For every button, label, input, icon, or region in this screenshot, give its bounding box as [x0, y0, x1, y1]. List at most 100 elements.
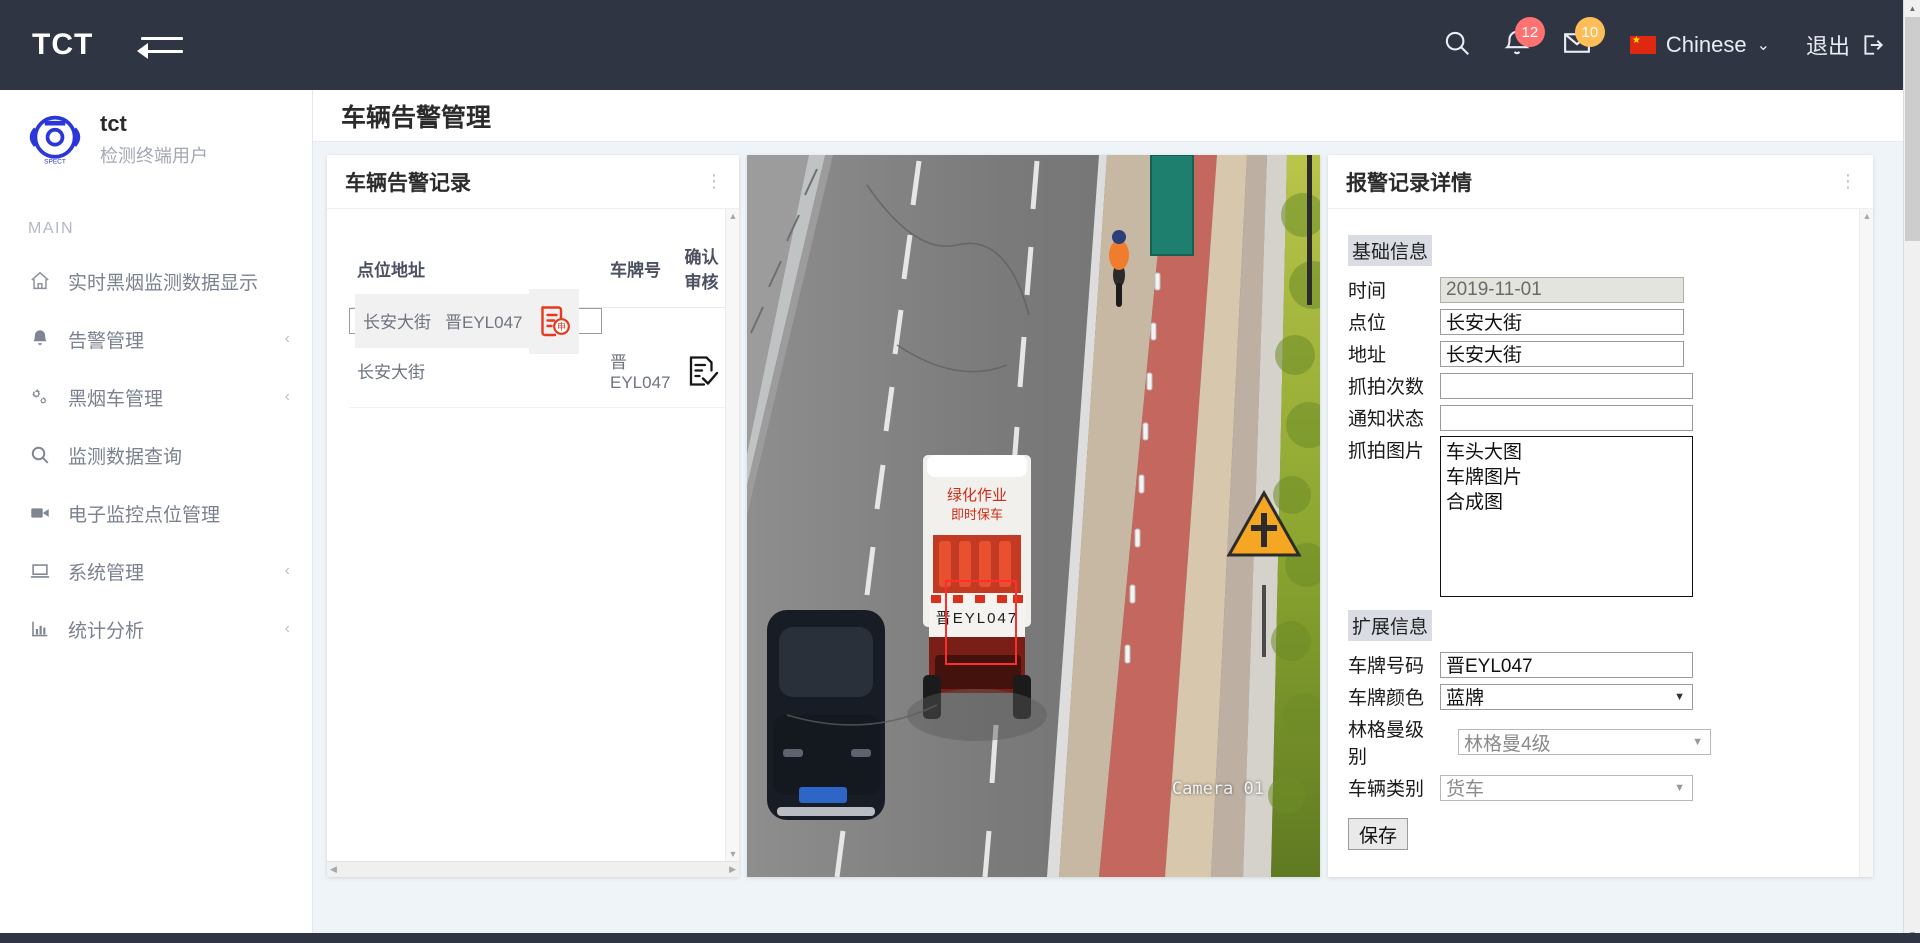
scroll-down-arrow-icon[interactable]: ▼: [726, 847, 739, 861]
cell-review-action[interactable]: 申: [528, 288, 579, 354]
input-plate-number[interactable]: [1440, 651, 1693, 678]
chevron-left-icon: ‹: [284, 388, 290, 406]
camera-snapshot-panel[interactable]: 晋EYL047 绿化作业 即时保车 Camera 01: [747, 155, 1320, 877]
chevron-down-icon: ▼: [1692, 736, 1703, 748]
tct-logo-icon: SPECT: [29, 115, 81, 165]
logout-button[interactable]: 退出: [1806, 29, 1886, 61]
chevron-left-icon: ‹: [284, 620, 290, 638]
bar-chart-icon: [28, 617, 52, 641]
list-item[interactable]: 车头大图: [1446, 440, 1687, 465]
gears-icon: [28, 385, 52, 409]
sidebar-logo: SPECT tct 检测终端用户: [0, 90, 312, 168]
scroll-up-arrow-icon[interactable]: ▲: [726, 209, 739, 223]
cell-plate: 晋EYL047: [437, 294, 529, 348]
detail-card-title: 报警记录详情: [1346, 171, 1472, 195]
sidebar-item-smoke-vehicle-management[interactable]: 黑烟车管理 ‹: [0, 368, 312, 426]
sidebar-item-monitoring-data-query[interactable]: 监测数据查询: [0, 426, 312, 484]
label-ringelmann-level: 林格曼级别: [1348, 720, 1425, 768]
label-vehicle-type: 车辆类别: [1348, 779, 1425, 800]
select-ringelmann-level[interactable]: 林格曼4级 ▼: [1458, 729, 1711, 755]
messages-mail-icon[interactable]: 10: [1562, 17, 1605, 62]
save-button[interactable]: 保存: [1348, 818, 1408, 850]
home-icon: [28, 269, 52, 293]
review-pending-icon[interactable]: 申: [537, 303, 573, 339]
records-card-body: 点位地址 车牌号 确认审核 长安大街 晋EYL047 申 长安大街 晋EYL04…: [327, 209, 739, 861]
input-capture-count[interactable]: [1440, 372, 1693, 399]
table-row[interactable]: 长安大街 晋EYL047: [349, 288, 602, 354]
review-done-icon[interactable]: [685, 353, 721, 389]
input-notify-state[interactable]: [1440, 404, 1693, 431]
chevron-left-icon: ‹: [284, 330, 290, 348]
input-time[interactable]: [1440, 276, 1684, 303]
page-title: 车辆告警管理: [341, 103, 492, 132]
kebab-menu-icon[interactable]: ⋮: [705, 172, 723, 190]
menu-bar-2: [141, 50, 184, 53]
sidebar-logo-subtitle: 检测终端用户: [100, 146, 208, 167]
sidebar-item-label: 系统管理: [68, 562, 145, 584]
sidebar-item-realtime-smoke-data[interactable]: 实时黑烟监测数据显示: [0, 252, 312, 310]
window-scrollbar-thumb[interactable]: [1905, 17, 1920, 241]
notifications-bell-icon[interactable]: 12: [1502, 17, 1545, 62]
section-header-extended-info: 扩展信息: [1348, 610, 1433, 641]
sidebar-item-label: 统计分析: [68, 620, 145, 642]
search-icon: [28, 443, 52, 467]
cell-review-action[interactable]: [676, 334, 727, 408]
field-row-point: 点位: [1348, 308, 1873, 335]
detail-vertical-scrollbar[interactable]: ▲ ▼: [1859, 209, 1873, 877]
cell-location: 长安大街: [355, 294, 437, 348]
label-capture-count: 抓拍次数: [1348, 377, 1425, 398]
select-ringelmann-value: 林格曼4级: [1464, 733, 1551, 755]
notification-count-badge: 12: [1514, 17, 1545, 47]
kebab-menu-icon[interactable]: ⋮: [1839, 172, 1857, 190]
sidebar-logo-title: tct: [100, 111, 127, 136]
select-plate-color-value: 蓝牌: [1446, 688, 1485, 709]
sidebar-item-camera-point-management[interactable]: 电子监控点位管理: [0, 484, 312, 542]
listbox-capture-images[interactable]: 车头大图 车牌图片 合成图: [1440, 436, 1693, 597]
input-point[interactable]: [1440, 308, 1684, 335]
section-header-basic-info: 基础信息: [1348, 235, 1433, 266]
input-address[interactable]: [1440, 340, 1684, 367]
chevron-down-icon: ▼: [1674, 781, 1685, 794]
alarm-records-table: 点位地址 车牌号 确认审核 长安大街 晋EYL047 申 长安大街 晋EYL04…: [349, 231, 727, 408]
label-time: 时间: [1348, 281, 1387, 302]
sidebar-item-statistics-analysis[interactable]: 统计分析 ‹: [0, 600, 312, 658]
records-card-header: 车辆告警记录 ⋮: [327, 155, 739, 209]
road-scene-image: 晋EYL047 绿化作业 即时保车: [747, 155, 1320, 877]
sidebar-item-system-management[interactable]: 系统管理 ‹: [0, 542, 312, 600]
collapse-menu-icon[interactable]: [131, 30, 184, 60]
scroll-left-arrow-icon[interactable]: ◀: [330, 864, 337, 875]
app-logo-text: TCT: [32, 28, 94, 61]
language-selector[interactable]: Chinese ⌄: [1629, 32, 1770, 58]
chevron-left-icon: ‹: [284, 562, 290, 580]
label-plate-number: 车牌号码: [1348, 656, 1425, 677]
select-vehicle-type[interactable]: 货车 ▼: [1440, 774, 1693, 801]
black-suv: [767, 610, 885, 820]
sidebar-item-label: 告警管理: [68, 330, 145, 352]
sidebar-item-alarm-management[interactable]: 告警管理 ‹: [0, 310, 312, 368]
detail-form: 基础信息 时间 点位 地址 抓拍次数: [1328, 209, 1873, 877]
scroll-right-arrow-icon[interactable]: ▶: [729, 864, 736, 875]
application-root: TCT 12 10 ★ Chinese ⌄ 退出 SPECT tct 检测终端用…: [0, 0, 1920, 943]
records-vertical-scrollbar[interactable]: ▲ ▼: [725, 209, 739, 861]
list-item[interactable]: 车牌图片: [1446, 465, 1687, 490]
window-scroll-up-arrow-icon[interactable]: ▲: [1904, 0, 1920, 17]
video-camera-icon: [28, 501, 52, 525]
select-plate-color[interactable]: 蓝牌 ▼: [1440, 683, 1693, 710]
detail-card-header: 报警记录详情 ⋮: [1328, 155, 1873, 209]
column-header-review: 确认审核: [676, 231, 727, 308]
label-plate-color: 车牌颜色: [1348, 688, 1425, 709]
chevron-down-icon: ⌄: [1756, 37, 1770, 54]
records-card-title: 车辆告警记录: [345, 171, 471, 195]
main-content-area: 车辆告警管理 车辆告警记录 ⋮ 点位地址 车牌号 确认审核 长安大街 晋EYL0…: [313, 90, 1903, 943]
svg-text:申: 申: [556, 321, 565, 332]
search-icon[interactable]: [1442, 28, 1476, 62]
chevron-down-icon: ▼: [1674, 690, 1685, 703]
logout-icon: [1864, 35, 1884, 55]
content-row: 车辆告警记录 ⋮ 点位地址 车牌号 确认审核 长安大街 晋EYL047 申 长安…: [313, 142, 1903, 943]
scroll-up-arrow-icon[interactable]: ▲: [1860, 209, 1873, 223]
list-item[interactable]: 合成图: [1446, 490, 1687, 515]
field-row-notify-state: 通知状态: [1348, 404, 1873, 431]
sidebar-item-label: 监测数据查询: [68, 446, 183, 468]
records-horizontal-scrollbar[interactable]: ◀ ▶: [327, 861, 739, 877]
window-vertical-scrollbar[interactable]: ▲ ▼: [1903, 0, 1920, 943]
